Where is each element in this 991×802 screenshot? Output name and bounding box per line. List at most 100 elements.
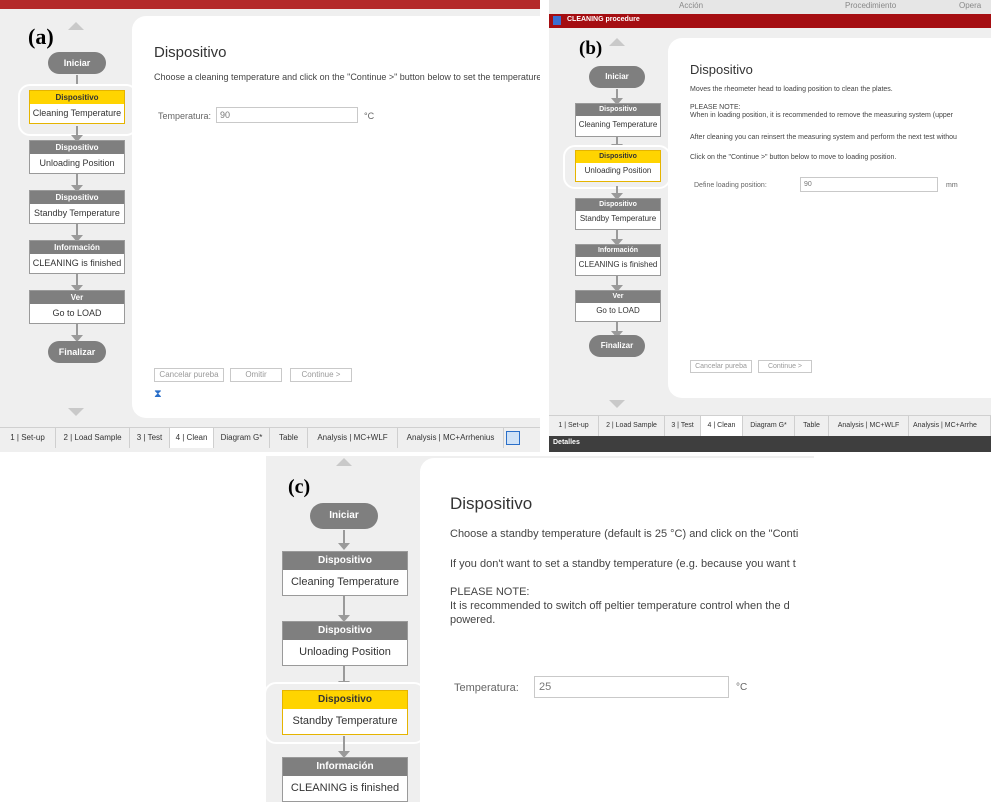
step-head: Dispositivo	[576, 151, 660, 163]
step-standby-temperature[interactable]: Dispositivo Standby Temperature	[575, 198, 661, 230]
step-body: Standby Temperature	[576, 211, 660, 227]
step-go-to-load[interactable]: Ver Go to LOAD	[575, 290, 661, 322]
tab-load-sample[interactable]: 2 | Load Sample	[56, 428, 130, 448]
step-head: Información	[30, 241, 124, 254]
loading-position-input[interactable]	[800, 177, 938, 192]
scroll-up-icon[interactable]	[609, 38, 625, 46]
cancel-test-button[interactable]: Cancelar pureba	[690, 360, 752, 373]
tab-analysis-wlf[interactable]: Analysis | MC+WLF	[829, 416, 909, 436]
instruction-line-2: If you don't want to set a standby tempe…	[450, 558, 796, 570]
step-head: Información	[283, 758, 407, 776]
step-body: CLEANING is finished	[30, 254, 124, 272]
tab-analysis-arrhenius[interactable]: Analysis | MC+Arrhenius	[398, 428, 504, 448]
flow-arrow	[338, 736, 350, 758]
skip-button[interactable]: Omitir	[230, 368, 282, 382]
flow-arrow	[611, 137, 623, 151]
tab-table[interactable]: Table	[795, 416, 829, 436]
temperature-unit: °C	[736, 682, 748, 693]
step-body: Unloading Position	[283, 640, 407, 664]
scroll-up-icon[interactable]	[68, 22, 84, 30]
tab-analysis-wlf[interactable]: Analysis | MC+WLF	[308, 428, 398, 448]
step-unloading-position[interactable]: Dispositivo Unloading Position	[29, 140, 125, 174]
tab-setup[interactable]: 1 | Set-up	[549, 416, 599, 436]
step-unloading-position[interactable]: Dispositivo Unloading Position	[282, 621, 408, 666]
step-start[interactable]: Iniciar	[310, 503, 378, 529]
tab-load-sample[interactable]: 2 | Load Sample	[599, 416, 665, 436]
tab-diagram[interactable]: Diagram G*	[214, 428, 270, 448]
page-title: Dispositivo	[690, 62, 753, 77]
step-end[interactable]: Finalizar	[48, 341, 106, 363]
step-body: Standby Temperature	[283, 709, 407, 733]
step-head: Ver	[576, 291, 660, 303]
step-body: Go to LOAD	[30, 304, 124, 322]
menu-opera[interactable]: Opera	[959, 1, 981, 10]
panel-c: (c) Iniciar Dispositivo Cleaning Tempera…	[266, 456, 814, 802]
flow-arrow	[338, 530, 350, 550]
figure-label-a: (a)	[28, 24, 54, 49]
step-go-to-load[interactable]: Ver Go to LOAD	[29, 290, 125, 324]
step-head: Dispositivo	[576, 104, 660, 116]
flow-arrow	[338, 596, 350, 622]
flow-arrow	[71, 174, 83, 192]
step-unloading-position[interactable]: Dispositivo Unloading Position	[575, 150, 661, 182]
tab-setup[interactable]: 1 | Set-up	[0, 428, 56, 448]
content-area: Dispositivo Choose a cleaning temperatur…	[132, 16, 540, 418]
temperature-label: Temperatura:	[158, 111, 212, 121]
page-title: Dispositivo	[450, 494, 533, 513]
step-standby-temperature[interactable]: Dispositivo Standby Temperature	[29, 190, 125, 224]
continue-button[interactable]: Continue >	[290, 368, 352, 382]
step-body: Go to LOAD	[576, 303, 660, 319]
tab-table[interactable]: Table	[270, 428, 308, 448]
step-body: CLEANING is finished	[283, 776, 407, 800]
window-title-bar: CLEANING procedure	[549, 14, 991, 28]
step-body: Cleaning Temperature	[30, 104, 124, 122]
step-cleaning-temperature[interactable]: Dispositivo Cleaning Temperature	[282, 551, 408, 596]
step-body: Cleaning Temperature	[283, 570, 407, 594]
step-standby-temperature[interactable]: Dispositivo Standby Temperature	[282, 690, 408, 735]
step-start[interactable]: Iniciar	[589, 66, 645, 88]
step-cleaning-finished[interactable]: Información CLEANING is finished	[575, 244, 661, 276]
window-icon	[553, 16, 561, 25]
tab-test[interactable]: 3 | Test	[130, 428, 170, 448]
scroll-down-icon[interactable]	[609, 400, 625, 408]
tab-clean[interactable]: 4 | Clean	[701, 416, 743, 436]
tab-diagram[interactable]: Diagram G*	[743, 416, 795, 436]
step-cleaning-temperature[interactable]: Dispositivo Cleaning Temperature	[29, 90, 125, 124]
details-label: Detalles	[553, 439, 580, 446]
tab-test[interactable]: 3 | Test	[665, 416, 701, 436]
step-body: Standby Temperature	[30, 204, 124, 222]
note-body-line-1: It is recommended to switch off peltier …	[450, 600, 790, 612]
flow-arrow	[71, 224, 83, 242]
new-tab-icon[interactable]	[506, 431, 520, 445]
step-body: CLEANING is finished	[576, 257, 660, 273]
scroll-down-icon[interactable]	[68, 408, 84, 416]
flow-arrow	[611, 276, 623, 292]
cancel-test-button[interactable]: Cancelar pureba	[154, 368, 224, 382]
step-head: Dispositivo	[283, 622, 407, 640]
step-head: Dispositivo	[283, 691, 407, 709]
menu-procedimiento[interactable]: Procedimiento	[845, 1, 896, 10]
step-cleaning-temperature[interactable]: Dispositivo Cleaning Temperature	[575, 103, 661, 137]
flow-arrow	[71, 324, 83, 342]
step-cleaning-finished[interactable]: Información CLEANING is finished	[29, 240, 125, 274]
step-head: Dispositivo	[30, 191, 124, 204]
step-head: Dispositivo	[30, 91, 124, 104]
tab-analysis-arrhenius[interactable]: Analysis | MC+Arrhe	[909, 416, 991, 436]
hourglass-icon: ⧗	[154, 388, 162, 400]
top-accent-bar	[0, 0, 540, 9]
temperature-input[interactable]	[216, 107, 358, 123]
details-bar[interactable]: Detalles	[549, 436, 991, 452]
continue-button[interactable]: Continue >	[758, 360, 812, 373]
step-end[interactable]: Finalizar	[589, 335, 645, 357]
step-body: Cleaning Temperature	[576, 116, 660, 134]
tab-clean[interactable]: 4 | Clean	[170, 428, 214, 448]
temperature-label: Temperatura:	[454, 682, 519, 694]
step-cleaning-finished[interactable]: Información CLEANING is finished	[282, 757, 408, 802]
step-head: Dispositivo	[30, 141, 124, 154]
step-start[interactable]: Iniciar	[48, 52, 106, 74]
menu-accion[interactable]: Acción	[679, 1, 703, 10]
temperature-input[interactable]	[534, 676, 729, 698]
instruction-line-1: Choose a standby temperature (default is…	[450, 528, 799, 540]
flow-arrow	[71, 126, 83, 142]
scroll-up-icon[interactable]	[336, 458, 352, 466]
